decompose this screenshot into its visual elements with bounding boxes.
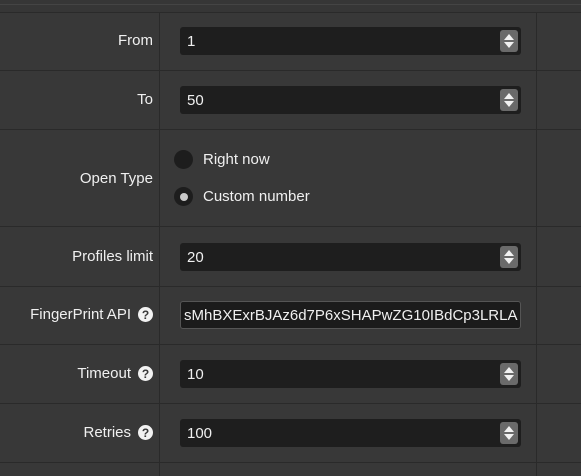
spinner-arrows-icon[interactable]: [500, 363, 518, 385]
row-open-type: Open Type Right now Custom number: [0, 130, 581, 227]
to-label: To: [137, 91, 153, 108]
fingerprint-api-value: sMhBXExrBJAz6d7P6xSHAPwZG10IBdCp3LRLA: [184, 306, 518, 324]
spinner-arrows-icon[interactable]: [500, 422, 518, 444]
radio-right-now-label: Right now: [203, 151, 270, 168]
column-divider-left: [159, 12, 160, 476]
retries-label: Retries ?: [83, 424, 153, 441]
help-circle-icon[interactable]: ?: [138, 366, 153, 381]
spinner-arrows-icon[interactable]: [500, 30, 518, 52]
from-label-text: From: [118, 32, 153, 49]
profiles-limit-input[interactable]: 20: [180, 243, 521, 271]
profiles-limit-label-text: Profiles limit: [72, 248, 153, 265]
radio-right-now[interactable]: Right now: [174, 150, 270, 169]
open-type-label-text: Open Type: [79, 170, 153, 187]
fingerprint-api-label: FingerPrint API ?: [30, 306, 153, 323]
retries-value: 100: [187, 424, 213, 442]
spinner-arrows-icon[interactable]: [500, 246, 518, 268]
retries-label-text: Retries: [83, 424, 131, 441]
timeout-label-text: Timeout: [77, 365, 131, 382]
open-type-label: Open Type: [80, 170, 153, 187]
spinner-arrows-icon[interactable]: [500, 89, 518, 111]
from-input[interactable]: 1: [180, 27, 521, 55]
radio-custom-number-label: Custom number: [203, 188, 310, 205]
profiles-limit-label: Profiles limit: [72, 248, 153, 265]
to-input[interactable]: 50: [180, 86, 521, 114]
profiles-limit-value: 20: [187, 248, 204, 266]
from-label: From: [118, 32, 153, 49]
to-value: 50: [187, 91, 204, 109]
from-value: 1: [187, 32, 196, 50]
fingerprint-api-input[interactable]: sMhBXExrBJAz6d7P6xSHAPwZG10IBdCp3LRLA: [180, 301, 521, 329]
fingerprint-api-label-text: FingerPrint API: [30, 306, 131, 323]
radio-icon[interactable]: [174, 150, 193, 169]
row-from: From 1: [0, 12, 581, 71]
row-fingerprint-api: FingerPrint API ? sMhBXExrBJAz6d7P6xSHAP…: [0, 287, 581, 345]
radio-icon[interactable]: [174, 187, 193, 206]
help-circle-icon[interactable]: ?: [138, 425, 153, 440]
row-retries: Retries ? 100: [0, 404, 581, 463]
column-divider-right: [536, 12, 537, 476]
row-timeout: Timeout ? 10: [0, 345, 581, 404]
timeout-input[interactable]: 10: [180, 360, 521, 388]
help-circle-icon[interactable]: ?: [138, 307, 153, 322]
row-to: To 50: [0, 71, 581, 130]
retries-input[interactable]: 100: [180, 419, 521, 447]
timeout-label: Timeout ?: [77, 365, 153, 382]
radio-custom-number[interactable]: Custom number: [174, 187, 310, 206]
to-label-text: To: [137, 91, 153, 108]
radio-selected-dot: [179, 192, 188, 201]
row-profiles-limit: Profiles limit 20: [0, 227, 581, 287]
timeout-value: 10: [187, 365, 204, 383]
